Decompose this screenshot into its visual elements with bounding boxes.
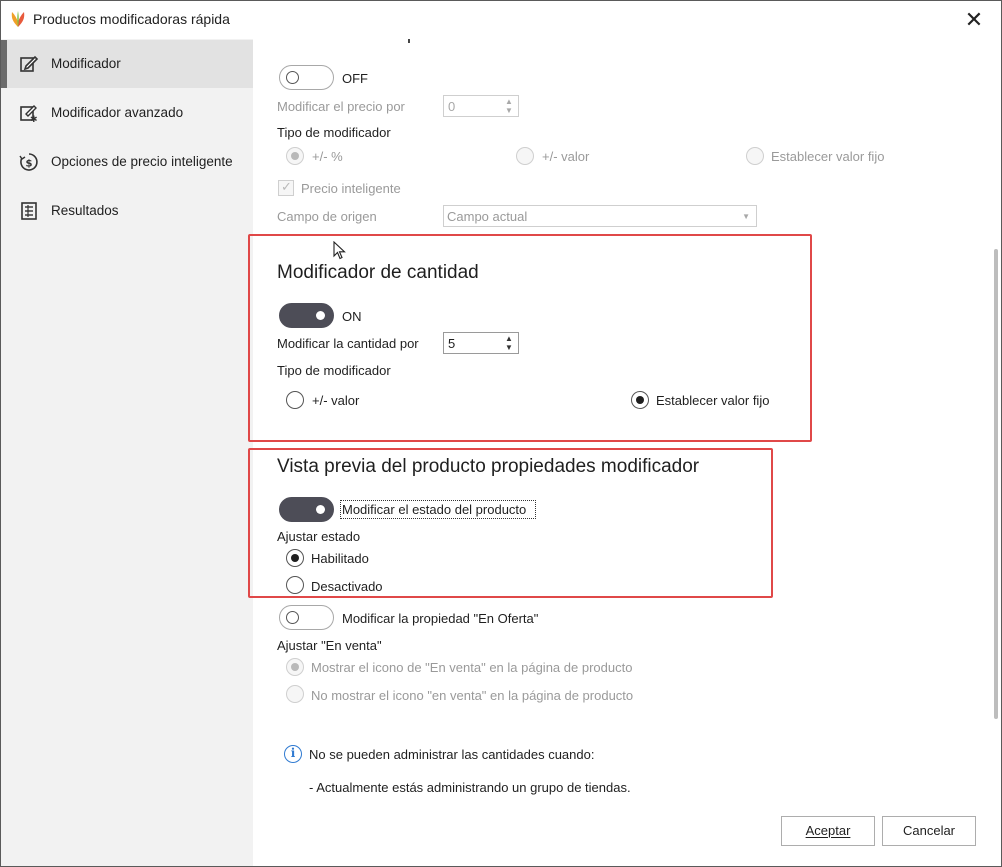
info-icon: i — [284, 745, 302, 763]
toggle-knob — [286, 611, 299, 624]
product-status-toggle[interactable] — [279, 497, 334, 522]
info-message: No se pueden administrar las cantidades … — [309, 747, 595, 762]
quantity-type-label: Tipo de modificador — [277, 363, 391, 378]
accept-button-label: Aceptar — [805, 823, 851, 838]
sidebar-item-resultados[interactable]: Resultados — [1, 187, 253, 235]
svg-text:$: $ — [26, 159, 33, 170]
stepper-value: 5 — [448, 336, 456, 351]
on-sale-option-label: Mostrar el icono de "En venta" en la pág… — [311, 660, 633, 675]
status-option-label: Habilitado — [311, 551, 369, 566]
info-detail: - Actualmente estás administrando un gru… — [309, 780, 631, 795]
stepper-value: 0 — [448, 99, 456, 114]
quantity-heading: Modificador de cantidad — [277, 262, 479, 283]
chevron-down-icon: ▼ — [742, 212, 750, 221]
sidebar-item-modificador[interactable]: Modificador — [1, 40, 253, 88]
svg-text:✱: ✱ — [30, 115, 38, 123]
accept-button[interactable]: Aceptar — [781, 816, 875, 846]
toggle-knob — [316, 505, 325, 514]
cost-price-option-label: +/- valor — [542, 149, 590, 164]
status-radio-disabled[interactable] — [286, 576, 304, 594]
origin-field-select[interactable]: Campo actual ▼ — [443, 205, 757, 227]
cost-price-type-label: Tipo de modificador — [277, 125, 391, 140]
cost-price-radio-value[interactable] — [516, 147, 534, 165]
origin-field-label: Campo de origen — [277, 209, 377, 224]
smart-price-icon: $ — [19, 153, 38, 171]
quantity-radio-value[interactable] — [286, 391, 304, 409]
status-radio-enabled[interactable] — [286, 549, 304, 567]
dialog-window: Productos modificadoras rápida ✕ Modific… — [0, 0, 1002, 867]
smart-price-label: Precio inteligente — [301, 181, 401, 196]
cost-price-stepper[interactable]: 0 ▲ ▼ — [443, 95, 519, 117]
quantity-toggle[interactable] — [279, 303, 334, 328]
select-value: Campo actual — [447, 209, 528, 224]
stepper-arrows-icon[interactable]: ▲ ▼ — [504, 97, 514, 115]
adjust-on-sale-label: Ajustar "En venta" — [277, 638, 382, 653]
smart-price-checkbox[interactable]: ✓ — [278, 179, 294, 196]
on-sale-toggle-label: Modificar la propiedad "En Oferta" — [342, 611, 539, 626]
on-sale-toggle[interactable] — [279, 605, 334, 630]
sidebar-item-label: Opciones de precio inteligente — [51, 154, 233, 169]
stepper-arrows-icon[interactable]: ▲ ▼ — [504, 334, 514, 352]
app-logo-icon — [11, 11, 25, 27]
window-title: Productos modificadoras rápida — [33, 11, 230, 27]
cost-price-option-label: +/- % — [312, 149, 343, 164]
quantity-option-label: +/- valor — [312, 393, 360, 408]
product-status-toggle-label: Modificar el estado del producto — [342, 502, 527, 517]
edit-icon — [20, 55, 39, 72]
sidebar-item-label: Modificador — [51, 56, 121, 71]
sidebar-item-label: Modificador avanzado — [51, 105, 184, 120]
quantity-modify-label: Modificar la cantidad por — [277, 336, 419, 351]
results-icon — [21, 202, 37, 220]
on-sale-radio-show[interactable] — [286, 658, 304, 676]
quantity-toggle-state: ON — [342, 309, 362, 324]
cost-price-toggle[interactable] — [279, 65, 334, 90]
cost-price-toggle-state: OFF — [342, 71, 368, 86]
vertical-scrollbar[interactable] — [994, 249, 998, 719]
quantity-radio-fixed[interactable] — [631, 391, 649, 409]
quantity-option-label: Establecer valor fijo — [656, 393, 770, 408]
close-button-overlay[interactable]: ✕ — [961, 7, 987, 33]
title-bar-overlay: ✕ — [253, 1, 1001, 39]
preview-heading: Vista previa del producto propiedades mo… — [277, 456, 700, 477]
sidebar-item-label: Resultados — [51, 203, 119, 218]
cost-price-radio-fixed[interactable] — [746, 147, 764, 165]
cost-price-option-label: Establecer valor fijo — [771, 149, 885, 164]
sidebar-item-precio-inteligente[interactable]: $ Opciones de precio inteligente — [1, 138, 253, 186]
cancel-button[interactable]: Cancelar — [882, 816, 976, 846]
mouse-pointer-icon — [333, 241, 346, 260]
on-sale-radio-hide[interactable] — [286, 685, 304, 703]
cost-price-modify-label: Modificar el precio por — [277, 99, 405, 114]
sidebar-item-modificador-avanzado[interactable]: ✱ Modificador avanzado — [1, 89, 253, 137]
cost-price-radio-percent[interactable] — [286, 147, 304, 165]
sidebar: Modificador ✱ Modificador avanzado $ Opc… — [1, 39, 253, 866]
on-sale-option-label: No mostrar el icono "en venta" en la pág… — [311, 688, 634, 703]
status-option-label: Desactivado — [311, 579, 383, 594]
adjust-status-label: Ajustar estado — [277, 529, 361, 544]
quantity-stepper[interactable]: 5 ▲ ▼ — [443, 332, 519, 354]
toggle-knob — [316, 311, 325, 320]
toggle-knob — [286, 71, 299, 84]
checkmark-icon: ✓ — [281, 179, 292, 194]
advanced-edit-icon: ✱ — [20, 105, 38, 123]
